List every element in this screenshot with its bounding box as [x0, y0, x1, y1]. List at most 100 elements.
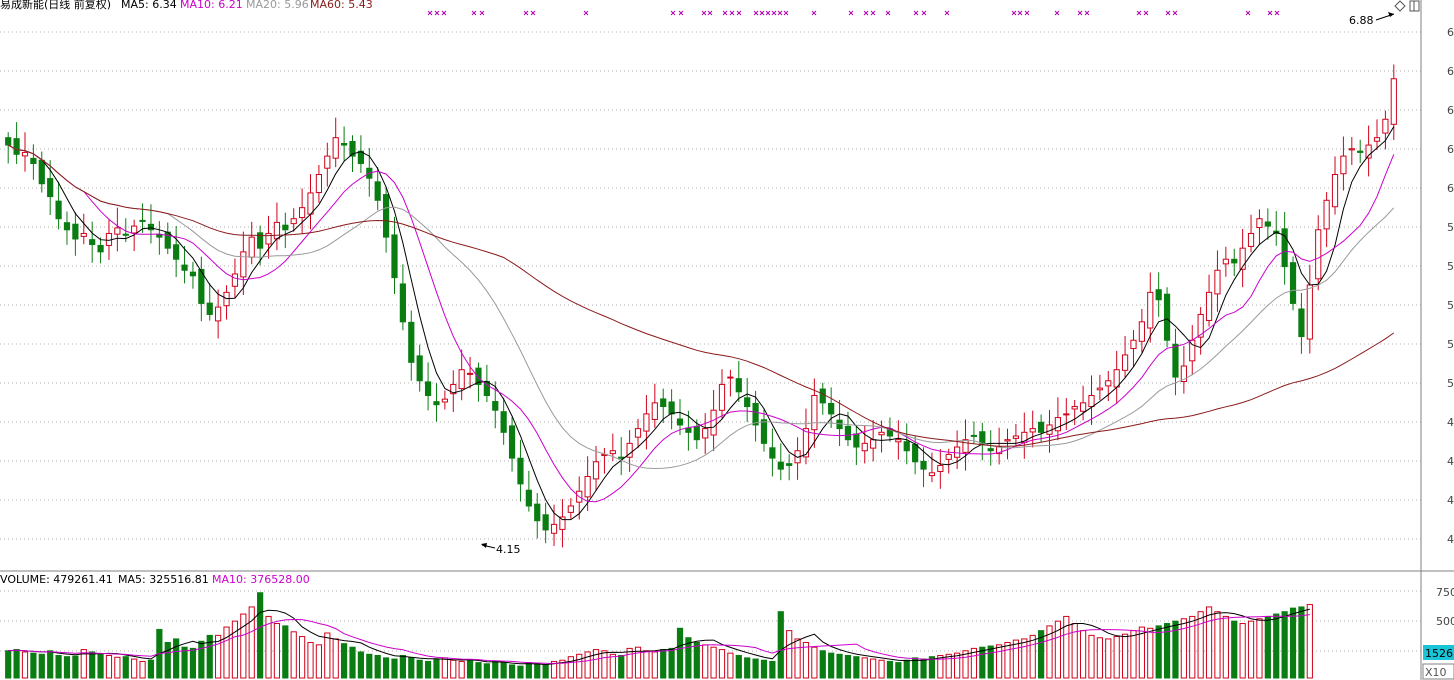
signal-marker	[1267, 10, 1273, 16]
volume-bar	[47, 650, 54, 679]
volume-bar	[475, 662, 482, 679]
candle-body	[912, 443, 919, 463]
volume-bar	[248, 606, 255, 679]
candle-body	[878, 431, 885, 436]
candle-body	[1155, 289, 1162, 301]
volume-bar	[408, 657, 415, 679]
volume-value-badge-text: 1526	[1425, 647, 1453, 660]
candle-body	[340, 142, 348, 146]
volume-bar	[979, 646, 986, 679]
signal-marker	[722, 10, 728, 16]
candle-body	[500, 411, 507, 433]
price-tick-label: 6	[1447, 143, 1454, 156]
candle-body	[702, 428, 709, 439]
volume-bar	[1298, 606, 1305, 679]
ma10-label: MA10: 6.21	[180, 0, 243, 11]
volume-bar	[147, 659, 155, 679]
volume-bar	[164, 641, 171, 679]
signal-marker	[479, 10, 485, 16]
price-tick-label: 5	[1447, 338, 1454, 351]
candle-body	[1071, 406, 1078, 410]
volume-tick-500: 500	[1436, 615, 1454, 628]
candle-body	[38, 159, 45, 185]
candle-body	[441, 398, 448, 403]
signal-marker	[753, 10, 759, 16]
ma60-line	[7, 144, 1395, 447]
candle-body	[1138, 321, 1145, 342]
volume-bar	[1222, 615, 1229, 679]
candle-body	[315, 174, 323, 193]
low-price-label: 4.15	[496, 543, 521, 556]
candle-body	[282, 224, 289, 231]
volume-bar	[584, 651, 591, 679]
candle-body	[1172, 343, 1179, 378]
candle-body	[21, 151, 29, 157]
signal-marker	[913, 10, 919, 16]
candle-body	[1205, 291, 1213, 321]
volume-bar	[265, 615, 272, 679]
candle-body	[1037, 421, 1045, 433]
volume-bar	[1306, 604, 1313, 679]
volume-bar	[399, 655, 406, 679]
volume-bar	[828, 652, 835, 679]
candle-body	[945, 453, 952, 460]
volume-bar	[89, 651, 96, 679]
diamond-icon[interactable]	[1394, 0, 1406, 12]
volume-bar	[450, 659, 457, 679]
candle-body	[1382, 118, 1389, 134]
ma5-label: MA5: 6.34	[121, 0, 177, 11]
stock-chart: 易成新能(日线 前复权) MA5: 6.34 MA10: 6.21 MA20: …	[0, 0, 1454, 680]
candle-body	[13, 138, 20, 155]
high-annotation: 6.88	[1349, 12, 1395, 27]
volume-bar	[702, 644, 709, 679]
candle-body	[1373, 137, 1381, 142]
candle-body	[492, 401, 499, 411]
volume-bar	[1096, 637, 1103, 679]
candle-body	[189, 271, 197, 277]
signal-marker	[1084, 10, 1090, 16]
candle-body	[173, 244, 180, 260]
candle-body	[433, 401, 440, 406]
price-tick-label: 4	[1447, 533, 1454, 546]
signal-marker	[729, 10, 735, 16]
panel-toggle-icon[interactable]	[1409, 0, 1420, 12]
signal-markers	[427, 10, 1280, 16]
signal-marker	[1011, 10, 1017, 16]
volume-bar	[844, 655, 852, 679]
candle-body	[760, 419, 768, 444]
signal-marker	[1245, 10, 1251, 16]
candle-body	[307, 192, 314, 215]
volume-bar	[223, 626, 230, 679]
volume-bar	[1113, 636, 1120, 679]
volume-bar	[769, 660, 776, 679]
candle-body	[1247, 232, 1255, 247]
volume-bar	[1105, 638, 1112, 679]
signal-marker	[811, 10, 817, 16]
volume-bar	[1004, 641, 1011, 679]
candle-body	[1147, 291, 1154, 329]
volume-bar	[332, 638, 339, 679]
volume-bar	[416, 659, 423, 679]
candle-body	[30, 157, 37, 164]
candle-body	[1029, 428, 1036, 433]
volume-bar	[1239, 623, 1246, 679]
volume-bar	[710, 646, 717, 679]
candle-body	[1231, 258, 1238, 264]
volume-bar	[72, 655, 79, 679]
volume-bar	[273, 623, 281, 679]
volume-bar	[441, 657, 448, 679]
candle-body	[1004, 439, 1011, 442]
candle-body	[962, 439, 969, 453]
candle-body	[592, 461, 600, 480]
signal-marker	[783, 10, 789, 16]
candlesticks	[5, 64, 1397, 548]
volume-bar	[382, 657, 390, 679]
candle-body	[1054, 417, 1062, 432]
candle-body	[55, 200, 62, 220]
candle-body	[1088, 394, 1095, 408]
candle-body	[508, 425, 516, 459]
ma20-label: MA20: 5.96	[246, 0, 309, 11]
candle-body	[122, 233, 129, 236]
volume-bar	[114, 656, 121, 679]
candle-body	[47, 178, 54, 198]
